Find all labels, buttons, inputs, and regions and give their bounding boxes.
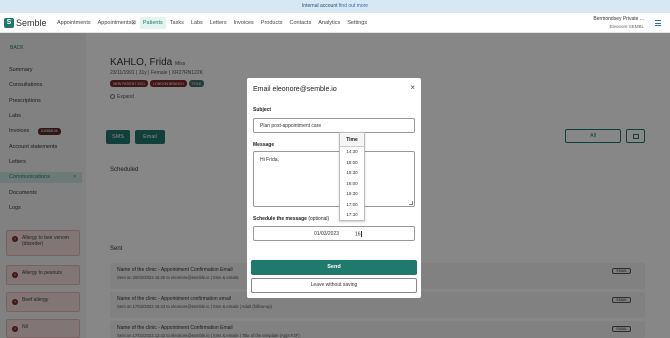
message-label: Message [253, 142, 275, 148]
practice-name: Bermondsey Private ... [593, 16, 644, 22]
schedule-optional: (optional) [308, 216, 330, 222]
nav-contacts[interactable]: Contacts [287, 17, 315, 29]
schedule-datetime-input[interactable]: 01/03/2023 16 [253, 226, 415, 241]
time-option[interactable]: 17:00 [340, 200, 364, 211]
schedule-label: Schedule the message (optional) [253, 216, 329, 222]
subject-label: Subject [253, 107, 272, 113]
logo-text: Semble [16, 17, 47, 28]
time-option[interactable]: 16:00 [340, 179, 364, 190]
beta-icon: ⊠ [131, 19, 136, 26]
top-navigation: S Semble Appointments Appointments⊠ Pati… [0, 13, 670, 33]
nav-analytics[interactable]: Analytics [315, 17, 343, 29]
nav-labs[interactable]: Labs [188, 17, 206, 29]
schedule-label-text: Schedule the message [253, 216, 307, 222]
banner-link[interactable]: find out more [339, 3, 368, 9]
email-modal: Email eleonore@semble.io × Subject Plan … [247, 78, 421, 298]
time-option[interactable]: 16:30 [340, 189, 364, 200]
nav-appointments-beta-label: Appointments [97, 19, 132, 26]
practice-switcher[interactable]: Bermondsey Private ... Eleonore SEMBL [593, 16, 644, 29]
nav-invoices[interactable]: Invoices [231, 17, 257, 29]
send-button[interactable]: Send [251, 260, 417, 275]
time-option[interactable]: 15:00 [340, 158, 364, 169]
close-icon[interactable]: × [410, 83, 415, 92]
hamburger-menu-icon[interactable] [655, 20, 661, 28]
subject-input[interactable]: Plan post-appointment care [253, 118, 415, 133]
schedule-time[interactable]: 16 [355, 231, 362, 237]
time-dropdown-header: Time [340, 133, 364, 147]
logo-icon: S [4, 17, 14, 28]
user-name: Eleonore SEMBL [609, 24, 644, 29]
nav-tasks[interactable]: Tasks [167, 17, 187, 29]
time-option[interactable]: 15:30 [340, 168, 364, 179]
message-textarea[interactable]: Hi Frida, [253, 151, 415, 207]
time-option[interactable]: 17:30 [340, 210, 364, 221]
nav-settings[interactable]: Settings [344, 17, 370, 29]
nav-products[interactable]: Products [258, 17, 286, 29]
info-banner: Internal account find out more [0, 0, 670, 13]
nav-letters[interactable]: Letters [207, 17, 230, 29]
banner-text: Internal account [301, 3, 338, 9]
leave-without-saving-button[interactable]: Leave without saving [251, 278, 417, 293]
modal-title: Email eleonore@semble.io [253, 86, 337, 93]
text-caret [360, 231, 362, 237]
time-option[interactable]: 14:30 [340, 147, 364, 158]
nav-patients[interactable]: Patients [139, 16, 166, 29]
time-dropdown: Time 14:30 15:00 15:30 16:00 16:30 17:00… [339, 132, 365, 221]
app-logo[interactable]: S Semble [4, 17, 50, 28]
resize-handle-icon[interactable] [409, 201, 413, 205]
schedule-date[interactable]: 01/03/2023 [314, 231, 339, 237]
message-text: Hi Frida, [260, 157, 279, 163]
nav-appointments-beta[interactable]: Appointments⊠ [95, 17, 139, 29]
nav-appointments[interactable]: Appointments [54, 17, 94, 29]
